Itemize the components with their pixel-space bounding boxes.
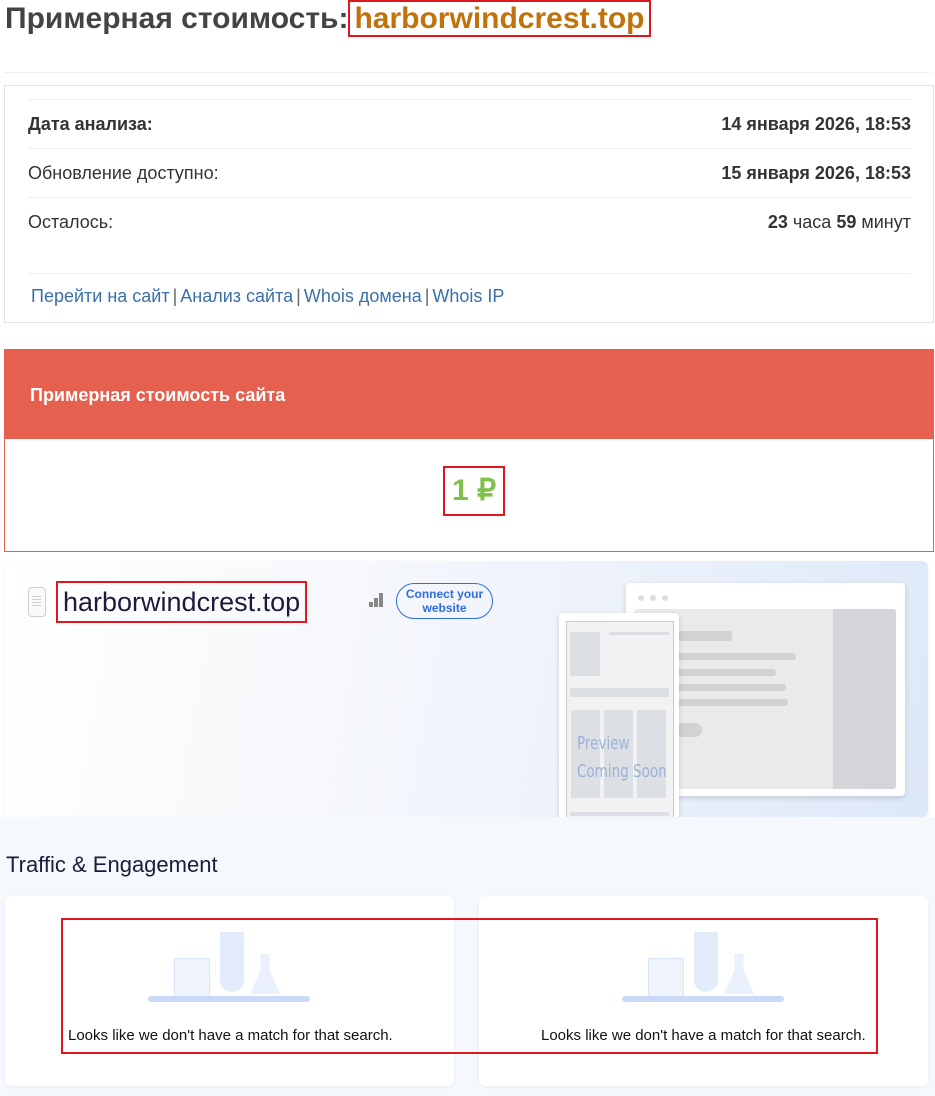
analysis-date-value: 14 января 2026, 18:53 [721, 114, 911, 134]
remaining-minutes: 59 [836, 212, 857, 232]
site-value-amount: 1 ₽ [443, 466, 505, 516]
traffic-engagement-heading: Traffic & Engagement [6, 852, 218, 877]
remaining-hours: 23 [767, 212, 788, 232]
link-separator: | [172, 286, 178, 306]
site-value-panel: Примерная стоимость сайта 1 ₽ [4, 349, 934, 552]
website-preview-card: harborwindcrest.top Connect your website… [5, 561, 928, 839]
update-available-label: Обновление доступно: [28, 163, 219, 183]
whois-ip-link[interactable]: Whois IP [432, 286, 504, 306]
page-title-domain: harborwindcrest.top [348, 0, 651, 37]
site-analysis-link[interactable]: Анализ сайта [180, 286, 293, 306]
divider [28, 273, 911, 274]
site-links: Перейти на сайт | Анализ сайта | Whois домен… [31, 286, 504, 307]
remaining-hours-unit: часа [792, 212, 832, 232]
update-available-row: Обновление доступно: 15 января 2026, 18:… [28, 148, 911, 198]
whois-domain-link[interactable]: Whois домена [304, 286, 422, 306]
preview-placeholder-line: Coming Soon [577, 761, 667, 782]
update-available-value: 15 января 2026, 18:53 [721, 163, 911, 183]
time-remaining-label: Осталось: [28, 212, 114, 232]
analysis-info-panel: Дата анализа: 14 января 2026, 18:53 Обно… [4, 85, 934, 323]
go-to-site-link[interactable]: Перейти на сайт [31, 286, 170, 306]
site-value-heading: Примерная стоимость сайта [5, 350, 933, 439]
remaining-minutes-unit: минут [861, 212, 911, 232]
page-title: Примерная стоимость: harborwindcrest.top [5, 0, 651, 37]
rank-bars-icon [369, 593, 385, 607]
analysis-date-label: Дата анализа: [28, 114, 153, 134]
phone-mockup-illustration: Preview Coming Soon [559, 613, 679, 839]
preview-placeholder-text: Preview Coming Soon [577, 730, 667, 786]
divider [5, 72, 930, 73]
time-remaining-value: 23 часа 59 минут [768, 198, 911, 247]
file-icon [28, 587, 46, 617]
connect-website-button[interactable]: Connect your website [396, 583, 493, 619]
preview-placeholder-line: Preview [577, 733, 630, 754]
page-title-prefix: Примерная стоимость: [5, 2, 349, 35]
link-separator: | [296, 286, 301, 306]
preview-domain: harborwindcrest.top [56, 581, 308, 623]
analysis-date-row: Дата анализа: 14 января 2026, 18:53 [28, 99, 911, 149]
highlight-frame [61, 918, 878, 1054]
time-remaining-row: Осталось: 23 часа 59 минут [28, 197, 911, 247]
link-separator: | [424, 286, 430, 306]
